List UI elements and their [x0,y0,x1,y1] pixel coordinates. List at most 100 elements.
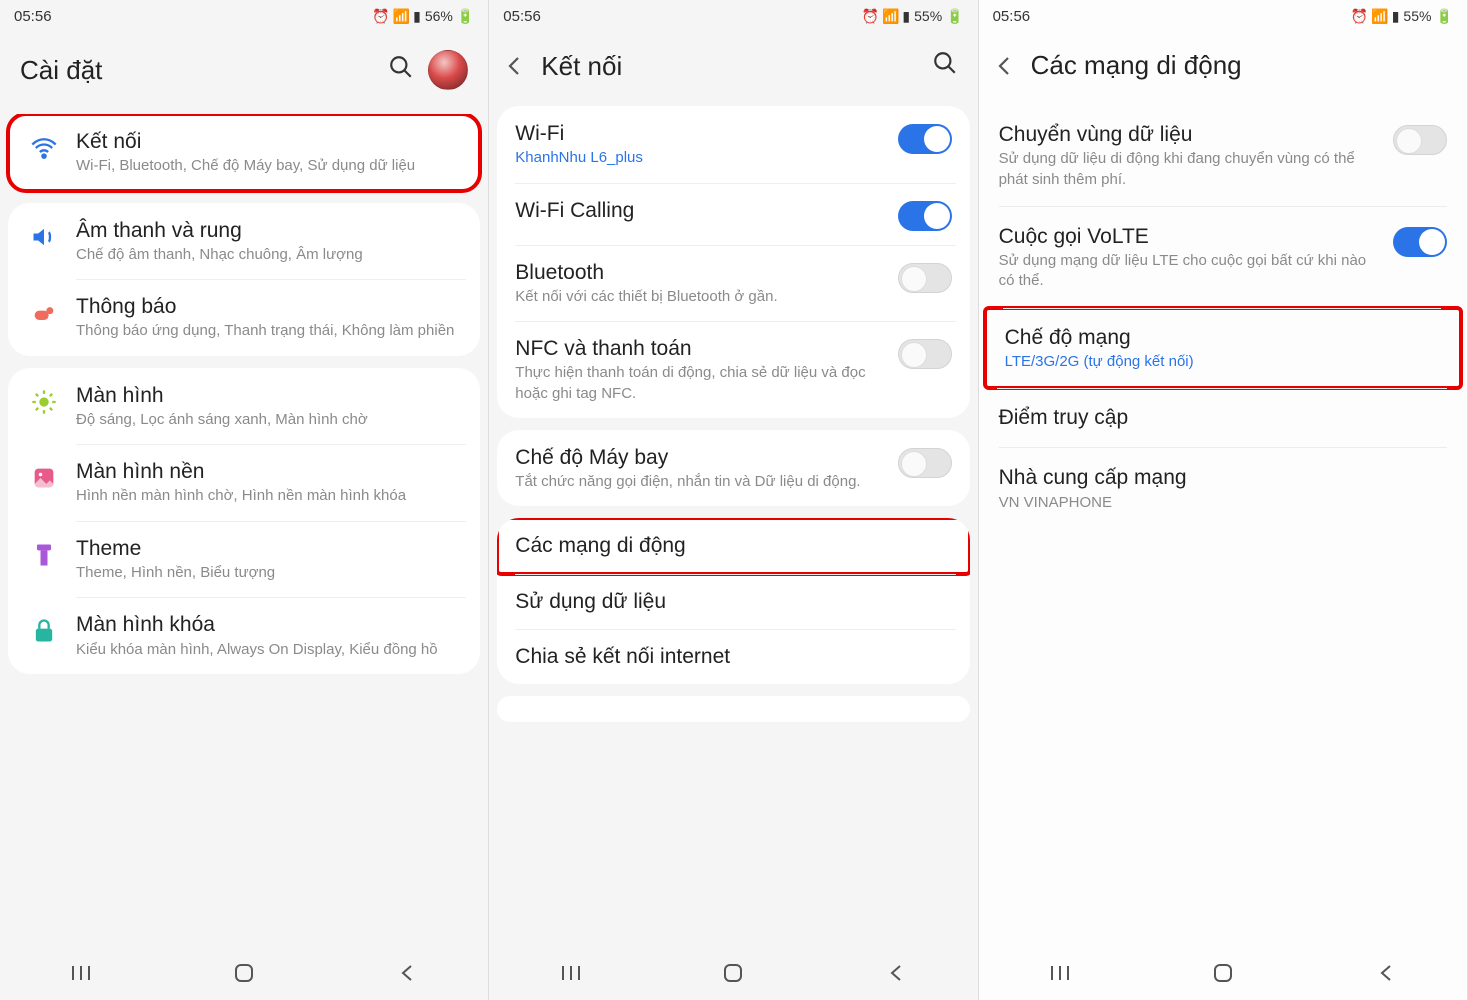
page-title: Các mạng di động [1031,50,1447,81]
item-subtitle: Sử dụng mạng dữ liệu LTE cho cuộc gọi bấ… [999,251,1379,292]
item-title: Màn hình khóa [76,611,462,638]
signal-icon: ▮ [902,8,910,25]
navbar [979,946,1467,1000]
back-button[interactable] [1366,953,1406,993]
settings-item-connections[interactable]: Kết nối Wi-Fi, Bluetooth, Chế độ Máy bay… [8,114,480,191]
item-title: Màn hình nền [76,458,462,485]
item-subtitle: Sử dụng dữ liệu di động khi đang chuyển … [999,149,1379,190]
item-data-roaming[interactable]: Chuyển vùng dữ liệu Sử dụng dữ liệu di đ… [979,105,1467,206]
battery-text: 55% [1403,8,1431,24]
battery-icon: 🔋 [1435,8,1452,25]
connections-group-4-peek [497,696,969,722]
roaming-toggle[interactable] [1393,125,1447,155]
sound-icon [26,219,62,255]
volte-toggle[interactable] [1393,227,1447,257]
item-subtitle: Thông báo ứng dụng, Thanh trạng thái, Kh… [76,321,462,341]
settings-group-connections: Kết nối Wi-Fi, Bluetooth, Chế độ Máy bay… [8,114,480,191]
item-title: Kết nối [76,128,462,155]
notification-icon [26,295,62,331]
header: Các mạng di động [979,32,1467,105]
item-mobile-networks[interactable]: Các mạng di động [497,518,969,573]
item-wifi[interactable]: Wi-Fi KhanhNhu L6_plus [497,106,969,183]
status-bar: 05:56 ⏰ 📶 ▮ 56% 🔋 [0,0,488,32]
item-hotspot[interactable]: Chia sẻ kết nối internet [497,629,969,684]
wifi-icon: 📶 [393,8,410,25]
item-nfc[interactable]: NFC và thanh toán Thực hiện thanh toán d… [497,321,969,418]
status-bar: 05:56 ⏰ 📶 ▮ 55% 🔋 [979,0,1467,32]
back-button[interactable] [989,51,1019,81]
item-operator[interactable]: Nhà cung cấp mạng VN VINAPHONE [979,448,1467,529]
item-title: Chế độ Máy bay [515,444,883,471]
item-data-usage[interactable]: Sử dụng dữ liệu [497,574,969,629]
settings-item-sound[interactable]: Âm thanh và rung Chế độ âm thanh, Nhạc c… [8,203,480,280]
item-subtitle: Kiểu khóa màn hình, Always On Display, K… [76,640,462,660]
search-button[interactable] [932,50,958,82]
back-button[interactable] [876,953,916,993]
item-title: Wi-Fi Calling [515,197,883,224]
alarm-icon: ⏰ [862,8,879,25]
item-title: Các mạng di động [515,532,951,559]
status-bar: 05:56 ⏰ 📶 ▮ 55% 🔋 [489,0,977,32]
settings-group-sound-notif: Âm thanh và rung Chế độ âm thanh, Nhạc c… [8,203,480,356]
nfc-toggle[interactable] [898,339,952,369]
item-title: Điểm truy cập [999,404,1447,431]
recents-button[interactable] [551,953,591,993]
display-icon [26,384,62,420]
navbar [0,946,488,1000]
wallpaper-icon [26,460,62,496]
back-button[interactable] [499,51,529,81]
item-subtitle: Chế độ âm thanh, Nhạc chuông, Âm lượng [76,245,462,265]
item-bluetooth[interactable]: Bluetooth Kết nối với các thiết bị Bluet… [497,245,969,322]
home-button[interactable] [1203,953,1243,993]
item-subtitle: Wi-Fi, Bluetooth, Chế độ Máy bay, Sử dụn… [76,156,462,176]
item-subtitle: Kết nối với các thiết bị Bluetooth ở gần… [515,287,883,307]
item-title: Thông báo [76,293,462,320]
alarm-icon: ⏰ [1351,8,1368,25]
item-network-mode[interactable]: Chế độ mạng LTE/3G/2G (tự động kết nối) [985,308,1461,389]
item-subtitle: VN VINAPHONE [999,493,1447,513]
item-title: Chia sẻ kết nối internet [515,643,951,670]
home-button[interactable] [713,953,753,993]
battery-icon: 🔋 [457,8,474,25]
recents-button[interactable] [1040,953,1080,993]
item-wifi-calling[interactable]: Wi-Fi Calling [497,183,969,245]
header: Kết nối [489,32,977,106]
item-volte[interactable]: Cuộc gọi VoLTE Sử dụng mạng dữ liệu LTE … [979,207,1467,308]
wifi-icon [26,130,62,166]
connections-group-3: Các mạng di động Sử dụng dữ liệu Chia sẻ… [497,518,969,684]
profile-avatar[interactable] [428,50,468,90]
wifi-calling-toggle[interactable] [898,201,952,231]
page-title: Cài đặt [20,55,376,86]
wifi-toggle[interactable] [898,124,952,154]
settings-item-lockscreen[interactable]: Màn hình khóa Kiểu khóa màn hình, Always… [8,597,480,674]
battery-text: 55% [914,8,942,24]
settings-item-theme[interactable]: Theme Theme, Hình nền, Biểu tượng [8,521,480,598]
search-button[interactable] [388,54,414,86]
item-title: Chuyển vùng dữ liệu [999,121,1379,148]
settings-group-display: Màn hình Độ sáng, Lọc ánh sáng xanh, Màn… [8,368,480,674]
signal-icon: ▮ [1392,8,1400,25]
item-title: Theme [76,535,462,562]
settings-item-notifications[interactable]: Thông báo Thông báo ứng dụng, Thanh trạn… [8,279,480,356]
item-title: Wi-Fi [515,120,883,147]
item-subtitle: KhanhNhu L6_plus [515,148,883,168]
back-button[interactable] [387,953,427,993]
item-airplane[interactable]: Chế độ Máy bay Tắt chức năng gọi điện, n… [497,430,969,507]
theme-icon [26,537,62,573]
connections-group-2: Chế độ Máy bay Tắt chức năng gọi điện, n… [497,430,969,507]
bluetooth-toggle[interactable] [898,263,952,293]
lock-icon [26,613,62,649]
recents-button[interactable] [61,953,101,993]
item-apn[interactable]: Điểm truy cập [979,388,1467,447]
home-button[interactable] [224,953,264,993]
status-right: ⏰ 📶 ▮ 55% 🔋 [1351,8,1453,25]
status-right: ⏰ 📶 ▮ 56% 🔋 [372,8,474,25]
wifi-icon: 📶 [1371,8,1388,25]
item-title: Bluetooth [515,259,883,286]
airplane-toggle[interactable] [898,448,952,478]
item-subtitle: Tắt chức năng gọi điện, nhắn tin và Dữ l… [515,472,883,492]
battery-icon: 🔋 [946,8,963,25]
item-title: Chế độ mạng [1005,324,1441,351]
settings-item-display[interactable]: Màn hình Độ sáng, Lọc ánh sáng xanh, Màn… [8,368,480,445]
settings-item-wallpaper[interactable]: Màn hình nền Hình nền màn hình chờ, Hình… [8,444,480,521]
